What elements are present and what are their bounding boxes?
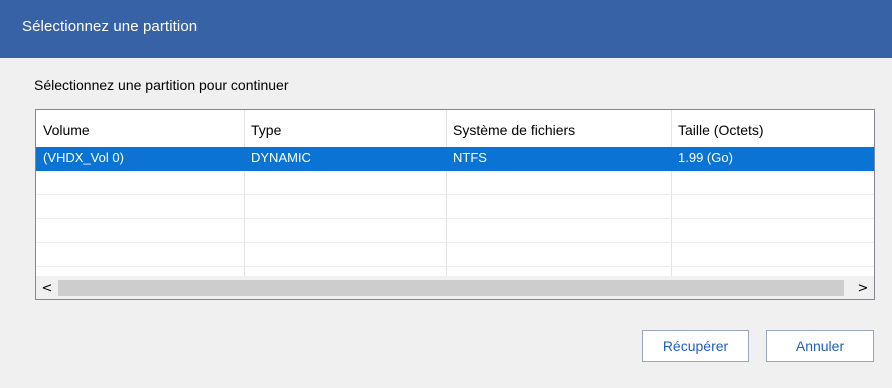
table-row-selected[interactable]: (VHDX_Vol 0) DYNAMIC NTFS 1.99 (Go) — [36, 147, 874, 171]
cell-type: DYNAMIC — [251, 150, 311, 165]
cell-file-system: NTFS — [453, 150, 487, 165]
table-row[interactable] — [36, 171, 874, 195]
recover-button[interactable]: Récupérer — [642, 330, 749, 362]
partition-list[interactable]: Volume Type Système de fichiers Taille (… — [35, 109, 875, 300]
dialog-title: Sélectionnez une partition — [22, 18, 198, 35]
table-row[interactable] — [36, 243, 874, 267]
column-header-file-system[interactable]: Système de fichiers — [446, 110, 671, 147]
table-row[interactable] — [36, 195, 874, 219]
list-header: Volume Type Système de fichiers Taille (… — [36, 110, 874, 147]
column-header-type[interactable]: Type — [244, 110, 446, 147]
horizontal-scrollbar[interactable]: < > — [36, 276, 874, 299]
cell-volume: (VHDX_Vol 0) — [43, 150, 124, 165]
scroll-right-icon[interactable]: > — [852, 277, 874, 299]
scroll-left-icon[interactable]: < — [36, 277, 58, 299]
cancel-button[interactable]: Annuler — [766, 330, 874, 362]
scroll-thumb[interactable] — [58, 280, 844, 296]
instruction-label: Sélectionnez une partition pour continue… — [34, 77, 289, 93]
select-partition-dialog: Sélectionnez une partition Sélectionnez … — [0, 0, 892, 388]
column-header-volume[interactable]: Volume — [36, 110, 244, 147]
column-header-size[interactable]: Taille (Octets) — [671, 110, 874, 147]
title-bar: Sélectionnez une partition — [0, 0, 892, 58]
cell-size: 1.99 (Go) — [678, 150, 733, 165]
scroll-track[interactable] — [58, 280, 852, 296]
table-row[interactable] — [36, 219, 874, 243]
